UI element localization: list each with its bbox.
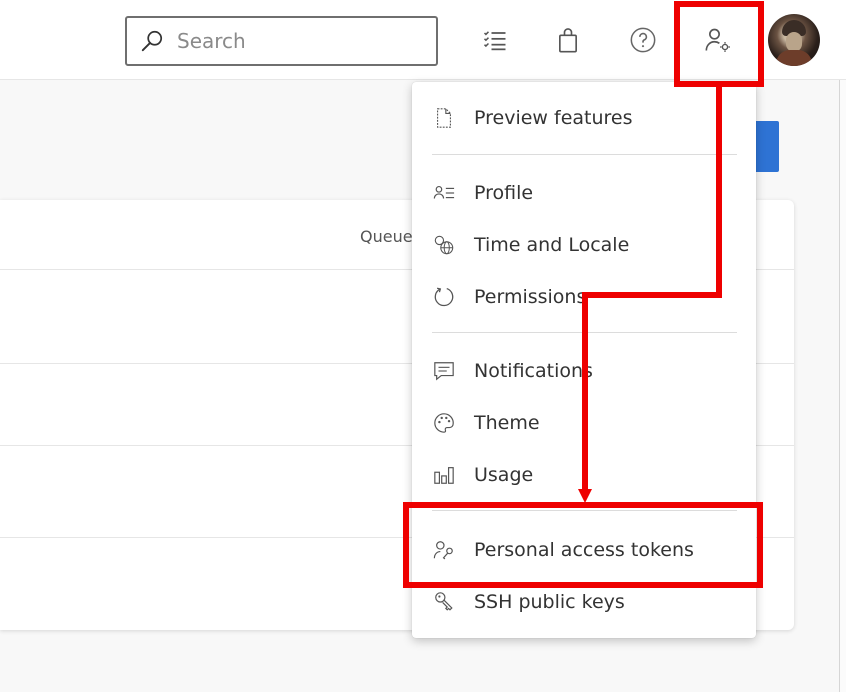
chat-message-icon: [432, 359, 456, 383]
menu-item-label: Theme: [474, 412, 540, 434]
document-icon: [432, 106, 456, 130]
highlight-box-user-settings: [674, 1, 764, 87]
search-icon: [141, 30, 163, 52]
connector-line: [582, 292, 588, 490]
highlight-box-personal-access-tokens: [403, 502, 763, 588]
menu-item-profile[interactable]: Profile: [412, 171, 756, 215]
profile-card-icon: [432, 181, 456, 205]
menu-item-label: Usage: [474, 464, 534, 486]
menu-item-label: SSH public keys: [474, 591, 625, 613]
search-input[interactable]: [177, 29, 417, 53]
search-box[interactable]: [125, 16, 438, 66]
menu-item-label: Notifications: [474, 360, 593, 382]
connector-line: [716, 87, 722, 298]
menu-item-label: Preview features: [474, 107, 633, 129]
task-list-icon[interactable]: [478, 22, 512, 58]
menu-item-label: Profile: [474, 182, 534, 204]
menu-item-label: Permissions: [474, 286, 587, 308]
globe-locale-icon: [432, 233, 456, 257]
menu-item-label: Time and Locale: [474, 234, 630, 256]
avatar[interactable]: [768, 14, 820, 66]
ssh-key-icon: [432, 590, 456, 614]
menu-item-preview-features[interactable]: Preview features: [412, 96, 756, 140]
column-header-queue: Queue: [360, 227, 413, 246]
bar-chart-icon: [432, 463, 456, 487]
shopping-bag-icon[interactable]: [551, 22, 585, 58]
scrollbar-edge: [839, 80, 846, 692]
arrow-head: [578, 489, 592, 503]
palette-icon: [432, 411, 456, 435]
help-icon[interactable]: [626, 22, 660, 58]
menu-divider: [432, 154, 737, 155]
connector-line: [582, 292, 722, 298]
menu-item-time-and-locale[interactable]: Time and Locale: [412, 223, 756, 267]
refresh-circle-icon: [432, 285, 456, 309]
